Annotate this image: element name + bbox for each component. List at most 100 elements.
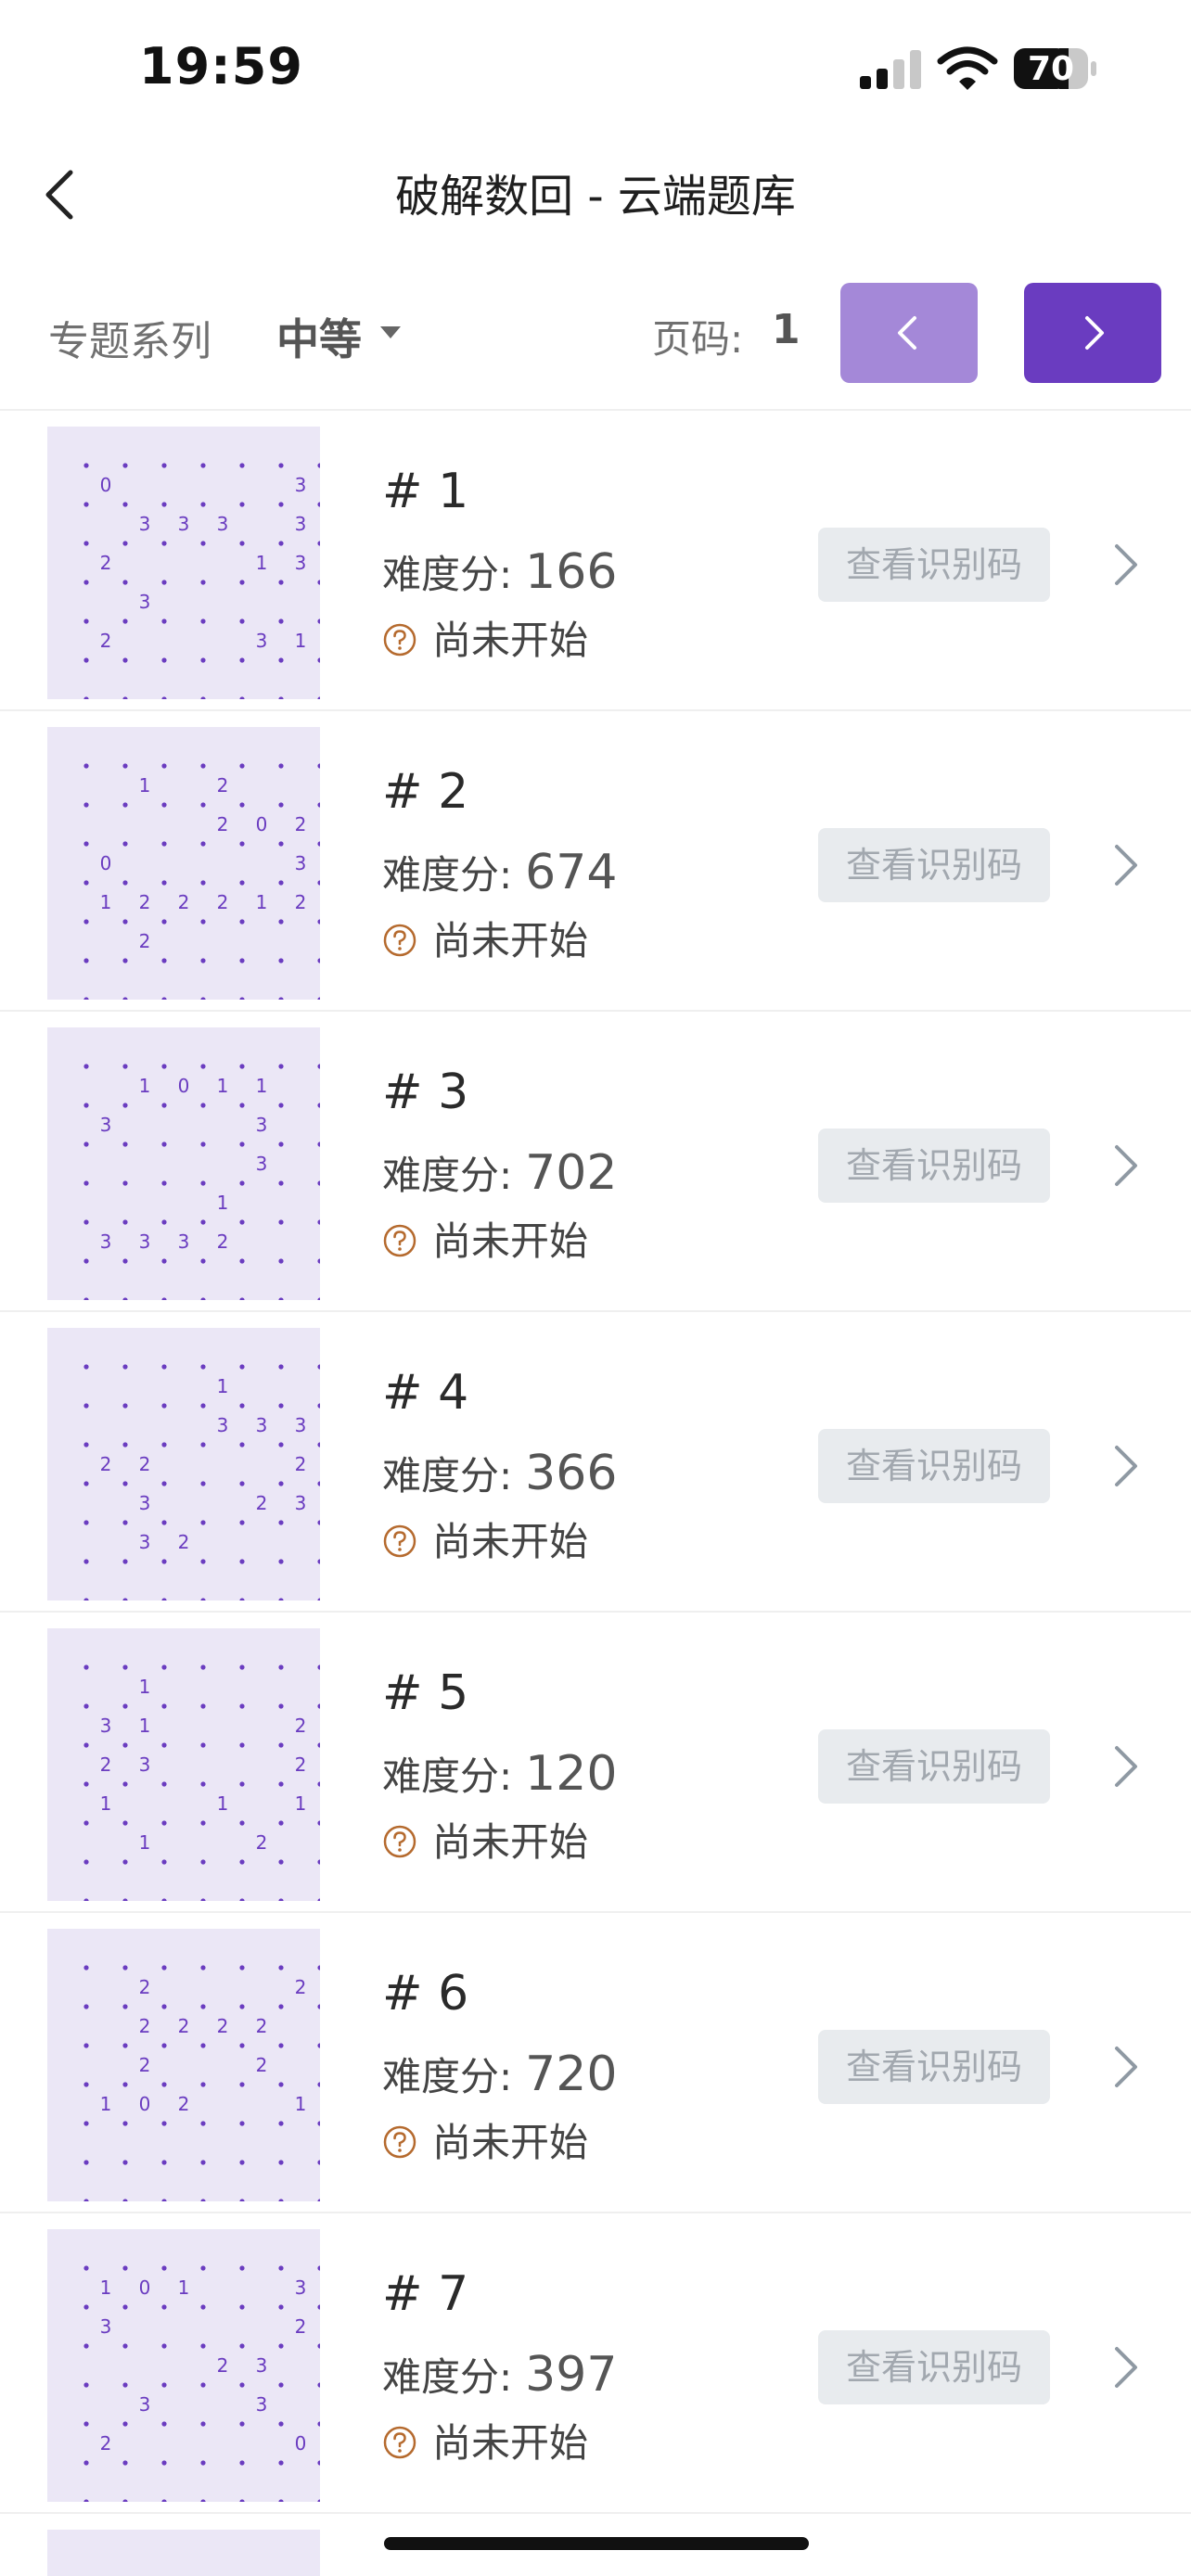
grid-dot: [83, 1141, 89, 1147]
grid-dot: [317, 2421, 320, 2427]
chevron-right-icon[interactable]: [1109, 837, 1143, 893]
puzzle-status: 尚未开始: [382, 1811, 588, 1868]
puzzle-row[interactable]: 1 0 1 1 3 3 3 1 3 3 3 2 # 3 难度分: 702 尚未开始 查看识别码: [0, 1012, 1191, 1312]
grid-dot: [83, 997, 89, 1000]
puzzle-status: 尚未开始: [382, 2111, 588, 2168]
grid-clue: 1: [100, 2276, 112, 2299]
prev-page-button[interactable]: [840, 283, 978, 383]
grid-dot: [161, 763, 167, 769]
grid-dot: [239, 1297, 245, 1300]
puzzle-row[interactable]: 0 3 3 3 3 3 2 1 3 3 2 3 1 # 1 难度分: 166 尚未开始 查看识别码: [0, 411, 1191, 711]
grid-dot: [278, 2121, 284, 2126]
grid-dot: [122, 880, 128, 886]
grid-clue: 3: [295, 1414, 307, 1436]
chevron-right-icon[interactable]: [1109, 2039, 1143, 2095]
grid-dot: [239, 2199, 245, 2201]
grid-dot: [122, 802, 128, 808]
grid-dot: [122, 2004, 128, 2009]
grid-dot: [200, 1258, 206, 1264]
caret-down-icon[interactable]: [380, 326, 401, 338]
grid-clue: 3: [100, 2315, 112, 2338]
grid-dot: [317, 2043, 320, 2048]
grid-dot: [161, 1219, 167, 1225]
grid-dot: [278, 1364, 284, 1370]
puzzle-row[interactable]: 1 2 2 0 2 0 3 1 2 2 2 1 2 2 # 2 难度分: 674 尚未开始 查看识别码: [0, 711, 1191, 1012]
grid-dot: [278, 1481, 284, 1486]
grid-clue: 1: [295, 1792, 307, 1815]
grid-dot: [317, 1064, 320, 1069]
grid-dot: [83, 1258, 89, 1264]
grid-clue: 0: [256, 813, 268, 835]
puzzle-row[interactable]: 1 3 3 3 2 2 2 3 2 3 3 2 # 4 难度分: 366 尚未开始 查看识别码: [0, 1312, 1191, 1613]
grid-dot: [83, 1820, 89, 1826]
grid-dot: [200, 2304, 206, 2310]
chevron-left-icon: [898, 316, 916, 350]
grid-dot: [239, 2460, 245, 2466]
grid-dot: [200, 2043, 206, 2048]
question-circle-icon: [383, 623, 416, 656]
grid-clue: 0: [295, 2432, 307, 2455]
grid-dot: [122, 2265, 128, 2271]
grid-dot: [200, 2343, 206, 2349]
grid-dot: [278, 2160, 284, 2165]
grid-dot: [122, 1481, 128, 1486]
grid-dot: [83, 2004, 89, 2009]
grid-dot: [83, 1664, 89, 1670]
grid-dot: [317, 541, 320, 546]
chevron-right-icon[interactable]: [1109, 1438, 1143, 1494]
next-page-button[interactable]: [1024, 283, 1161, 383]
difficulty-score: 难度分: 166: [382, 543, 617, 600]
grid-dot: [278, 2082, 284, 2087]
chevron-right-icon[interactable]: [1109, 537, 1143, 593]
grid-dot: [317, 2460, 320, 2466]
chevron-right-icon[interactable]: [1109, 1138, 1143, 1193]
view-code-button[interactable]: 查看识别码: [818, 2030, 1050, 2104]
grid-dot: [200, 1559, 206, 1564]
grid-dot: [200, 1598, 206, 1600]
grid-clue: 2: [295, 1976, 307, 1998]
grid-dot: [122, 1442, 128, 1447]
score-value: 397: [525, 2347, 618, 2403]
grid-dot: [278, 1180, 284, 1186]
battery-level: 70: [1027, 50, 1075, 88]
grid-dot: [122, 2043, 128, 2048]
grid-clue: 2: [139, 1976, 151, 1998]
grid-dot: [161, 618, 167, 624]
chevron-right-icon[interactable]: [1109, 1739, 1143, 1794]
grid-dot: [200, 1364, 206, 1370]
grid-clue: 2: [256, 2054, 268, 2076]
grid-dot: [122, 841, 128, 847]
puzzle-grid: 0 3 3 3 3 3 2 1 3 3 2 3 1: [83, 463, 320, 699]
grid-dot: [83, 1520, 89, 1525]
difficulty-dropdown[interactable]: 中等: [276, 306, 362, 367]
grid-dot: [122, 502, 128, 507]
puzzle-id: # 7: [382, 2266, 469, 2322]
chevron-right-icon[interactable]: [1109, 2340, 1143, 2395]
series-label[interactable]: 专题系列: [48, 308, 211, 367]
grid-clue: 2: [295, 813, 307, 835]
grid-dot: [239, 541, 245, 546]
puzzle-thumbnail: 1 2 2 0 2 0 3 1 2 2 2 1 2 2: [47, 727, 320, 1000]
grid-dot: [239, 1219, 245, 1225]
grid-dot: [200, 997, 206, 1000]
view-code-button[interactable]: 查看识别码: [818, 1429, 1050, 1503]
view-code-button[interactable]: 查看识别码: [818, 828, 1050, 902]
grid-dot: [122, 1297, 128, 1300]
puzzle-row[interactable]: 2 2 2 2 2 2 2 2 1 0 2 1 # 6 难度分: 720 尚未开始 查看识别码: [0, 1913, 1191, 2213]
grid-dot: [122, 1965, 128, 1970]
grid-dot: [161, 657, 167, 663]
view-code-button[interactable]: 查看识别码: [818, 1729, 1050, 1804]
grid-dot: [161, 1141, 167, 1147]
view-code-button[interactable]: 查看识别码: [818, 1129, 1050, 1203]
grid-dot: [317, 1364, 320, 1370]
puzzle-id: # 5: [382, 1665, 469, 1721]
grid-dot: [122, 1559, 128, 1564]
grid-dot: [161, 1820, 167, 1826]
grid-dot: [161, 2460, 167, 2466]
grid-dot: [317, 2304, 320, 2310]
view-code-button[interactable]: 查看识别码: [818, 528, 1050, 602]
status-bar: 19:59 70: [0, 0, 1191, 139]
puzzle-row[interactable]: 1 0 1 3 3 2 2 3 3 3 2 0 # 7 难度分: 397 尚未开始 查看识别码: [0, 2213, 1191, 2514]
puzzle-row[interactable]: 1 3 1 2 2 3 2 1 1 1 1 2 # 5 难度分: 120 尚未开始 查看识别码: [0, 1613, 1191, 1913]
view-code-button[interactable]: 查看识别码: [818, 2330, 1050, 2404]
